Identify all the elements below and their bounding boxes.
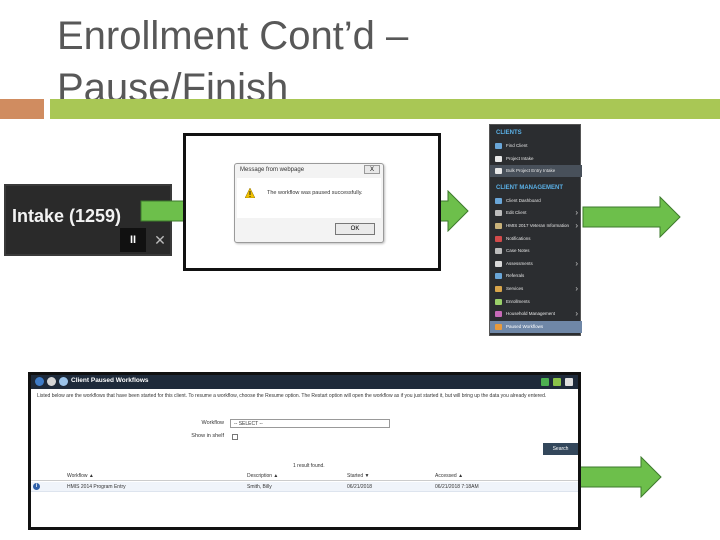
workflow-label: Workflow <box>201 420 224 426</box>
workflow-icon <box>495 323 502 330</box>
star-icon[interactable] <box>47 377 56 386</box>
assessment-icon <box>495 260 502 267</box>
print-icon[interactable] <box>565 378 573 386</box>
menu-item-label: Household Management <box>506 311 556 317</box>
dialog-message: The workflow was paused successfully. <box>267 190 363 196</box>
workflow-select[interactable]: -- SELECT -- <box>230 419 390 428</box>
dialog-title: Message from webpage <box>240 167 305 173</box>
bulk-icon <box>495 168 502 175</box>
menu-item[interactable]: Referrals <box>490 270 582 282</box>
search-icon <box>59 377 68 386</box>
veteran-icon <box>495 223 502 229</box>
column-header[interactable]: Started ▼ <box>347 473 369 479</box>
accent-bar-orange <box>0 99 44 119</box>
edit-icon <box>495 210 502 217</box>
ok-button[interactable]: OK <box>335 223 375 235</box>
menu-section-clients: CLIENTS <box>496 130 522 136</box>
menu-item-label: Enrollments <box>506 298 530 304</box>
menu-item[interactable]: Find Client <box>490 140 582 152</box>
intake-icon <box>495 155 502 162</box>
table-cell: HMIS 2014 Program Entry <box>67 484 126 490</box>
chevron-right-icon: › <box>575 309 578 319</box>
menu-item[interactable]: HMIS 2017 Veteran Information › <box>490 220 582 232</box>
menu-item-label: Referrals <box>506 273 525 279</box>
workflows-description: Listed below are the workflows that have… <box>37 393 547 399</box>
menu-item-label: Edit Client <box>506 210 527 216</box>
notification-icon <box>495 235 502 242</box>
chevron-right-icon: › <box>575 221 578 230</box>
warning-icon <box>245 188 255 198</box>
menu-item[interactable]: Notifications <box>490 233 582 245</box>
export-icon[interactable] <box>541 378 549 386</box>
menu-item-label: Find Client <box>506 143 528 148</box>
table-cell: Smith, Billy <box>247 484 272 490</box>
menu-item-label: Notifications <box>506 235 531 241</box>
accent-bar-green <box>50 99 720 119</box>
message-dialog: Message from webpage X The workflow was … <box>234 163 384 243</box>
menu-item-label: Client Dashboard <box>506 197 541 203</box>
dialog-screenshot: Message from webpage X The workflow was … <box>183 133 441 271</box>
chevron-right-icon: › <box>575 258 578 268</box>
result-count: 1 result found. <box>293 463 325 469</box>
referral-icon <box>495 273 502 280</box>
menu-item[interactable]: Paused Workflows <box>490 320 582 333</box>
menu-item-label: Services <box>506 286 524 291</box>
table-cell: 06/21/2018 7:18AM <box>435 484 479 490</box>
menu-item-label: HMIS 2017 Veteran Information <box>506 223 570 228</box>
services-icon <box>495 286 502 292</box>
menu-item[interactable]: Case Notes <box>490 245 582 257</box>
dialog-close-button[interactable]: X <box>364 165 380 174</box>
column-header[interactable]: Accessed ▲ <box>435 473 463 479</box>
workflows-title: Client Paused Workflows <box>71 377 149 384</box>
menu-section-client-management: CLIENT MANAGEMENT <box>496 184 563 191</box>
menu-item[interactable]: Client Dashboard <box>490 195 582 207</box>
client-side-menu: CLIENTS Find Client Project Intake Bulk Pro… <box>489 124 582 336</box>
table-cell: 06/21/2018 <box>347 484 373 490</box>
menu-item[interactable]: Project Intake <box>490 153 582 165</box>
household-icon <box>495 311 502 318</box>
menu-item[interactable]: Household Management › <box>490 308 582 320</box>
workflows-header-bar: Client Paused Workflows <box>31 375 578 389</box>
title-line-1: Enrollment Cont’d – <box>57 14 409 58</box>
dialog-body: The workflow was paused successfully. <box>237 178 381 218</box>
menu-item-label: Project Intake <box>506 155 534 161</box>
search-icon <box>495 143 502 149</box>
chevron-right-icon: › <box>575 208 578 218</box>
notes-icon <box>495 248 502 255</box>
menu-item[interactable]: Enrollments <box>490 296 582 308</box>
intake-label: Intake (1259) <box>12 206 122 226</box>
menu-item-label: Paused Workflows <box>506 323 544 329</box>
menu-item[interactable]: Services › <box>490 283 582 295</box>
menu-item-label: Bulk Project Entry Intake <box>506 168 556 174</box>
show-in-shelf-label: Show in shelf <box>191 433 224 439</box>
dashboard-icon <box>495 197 502 204</box>
enrollment-icon <box>495 298 502 305</box>
menu-item[interactable]: Assessments › <box>490 258 582 270</box>
back-icon[interactable] <box>35 377 44 386</box>
table-row[interactable]: i HMIS 2014 Program Entry Smith, Billy 0… <box>31 482 578 492</box>
arrow-right-icon <box>582 196 681 238</box>
menu-item-label: Case Notes <box>506 248 530 254</box>
column-header[interactable]: Description ▲ <box>247 473 278 479</box>
menu-item-label: Assessments <box>506 260 533 266</box>
menu-item[interactable]: Bulk Project Entry Intake <box>490 165 582 178</box>
search-button[interactable]: Search <box>543 443 578 455</box>
chart-icon[interactable] <box>553 378 561 386</box>
table-header: Workflow ▲ Description ▲ Started ▼ Acces… <box>31 473 578 481</box>
info-icon[interactable]: i <box>33 483 40 490</box>
chevron-right-icon: › <box>575 284 578 293</box>
show-in-shelf-checkbox[interactable] <box>232 434 238 440</box>
menu-item[interactable]: Edit Client › <box>490 207 582 219</box>
paused-workflows-screen: Client Paused Workflows Listed below are… <box>28 372 581 530</box>
column-header[interactable]: Workflow ▲ <box>67 473 94 479</box>
